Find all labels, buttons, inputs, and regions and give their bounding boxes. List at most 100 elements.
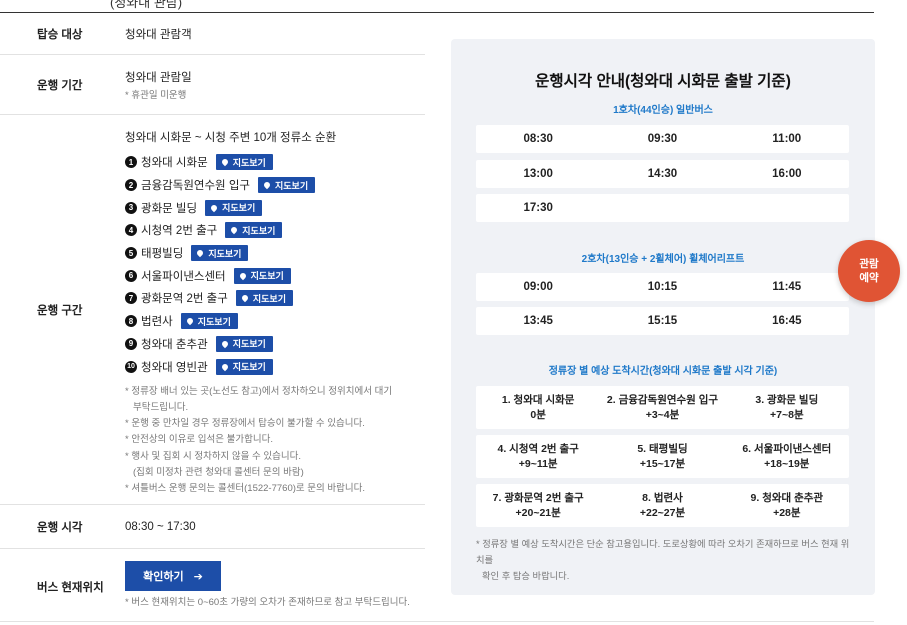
arrival-time: +15~17분 (639, 457, 686, 470)
map-button-label: 지도보기 (252, 293, 286, 304)
map-view-button[interactable]: 지도보기 (235, 290, 293, 307)
arrival-cell: 8. 법련사 +22~27분 (600, 491, 724, 521)
stop-name: 시청역 2번 출구 (141, 225, 218, 238)
route-note: 부탁드립니다. (133, 402, 189, 414)
map-view-button[interactable]: 지도보기 (215, 358, 273, 375)
stop-name: 법련사 (141, 316, 173, 329)
stop-number: 8 (125, 315, 137, 328)
time-cell: 16:45 (772, 315, 802, 327)
stop-number: 3 (125, 201, 137, 214)
arrival-stop: 8. 법련사 (642, 491, 683, 504)
route-note: * 안전상의 이유로 입석은 불가합니다. (125, 434, 273, 446)
map-pin-icon (262, 180, 272, 190)
map-view-button[interactable]: 지도보기 (180, 313, 238, 330)
map-button-label: 지도보기 (222, 203, 256, 214)
table-row: 1. 청와대 시화문 0분 2. 금융감독원연수원 입구 +3~4분 3. 광화문 … (476, 386, 849, 429)
arrival-stop: 3. 광화문 빌딩 (755, 393, 819, 406)
list-item: 6 서울파이낸스센터 지도보기 (125, 264, 425, 287)
map-view-button[interactable]: 지도보기 (258, 177, 316, 194)
arrival-time: +18~19분 (764, 457, 810, 470)
table-row: 17:30 (476, 194, 849, 222)
list-item: 10 청와대 영빈관 지도보기 (125, 355, 425, 378)
route-note: (집회 미정차 관련 청와대 콜센터 문의 바람) (133, 466, 304, 478)
stop-number: 6 (125, 269, 137, 282)
map-view-button[interactable]: 지도보기 (233, 267, 291, 284)
stop-name: 금융감독원연수원 입구 (141, 180, 250, 193)
arrival-stop: 2. 금융감독원연수원 입구 (606, 393, 719, 406)
map-view-button[interactable]: 지도보기 (215, 335, 273, 352)
route-note: * 행사 및 집회 시 정차하지 않을 수 있습니다. (125, 450, 302, 462)
map-view-button[interactable]: 지도보기 (191, 245, 249, 262)
route-note: * 셔틀버스 운행 문의는 콜센터(1522-7760)로 문의 바랍니다. (125, 483, 365, 495)
time-cell: 11:45 (772, 281, 802, 293)
map-view-button[interactable]: 지도보기 (215, 154, 273, 171)
stop-number: 5 (125, 247, 137, 260)
row-label: 운행 구간 (37, 304, 83, 317)
map-pin-icon (240, 294, 250, 303)
bus2-title: 2호차(13인승 + 2휠체어) 휠체어리프트 (581, 254, 745, 265)
arrival-note-line: * 정류장 별 예상 도착시간은 단순 참고용입니다. 도로상황에 따라 오차기… (476, 539, 850, 565)
arrival-note: * 정류장 별 예상 도착시간은 단순 참고용입니다. 도로상황에 따라 오차기… (476, 536, 854, 584)
route-cell: 청와대 시화문 ~ 시청 주변 10개 정류소 순환 1 청와대 시화문 지도보기 … (112, 115, 425, 504)
row-label: 버스 현재위치 (37, 581, 104, 594)
table-row: 4. 시청역 2번 출구 +9~11분 5. 태평빌딩 +15~17분 6. 서울파… (476, 435, 849, 478)
arrow-right-icon: ➔ (193, 570, 203, 583)
map-button-label: 지도보기 (250, 271, 284, 282)
arrival-cell: 1. 청와대 시화문 0분 (476, 393, 600, 423)
reservation-button[interactable]: 관람 예약 (838, 240, 900, 302)
arrival-stop: 6. 서울파이낸스센터 (742, 442, 832, 455)
arrival-time: +3~4분 (645, 408, 680, 421)
time-cell: 11:00 (772, 133, 802, 145)
stop-name: 태평빌딩 (141, 248, 184, 261)
map-button-label: 지도보기 (197, 316, 231, 327)
arrival-stop: 1. 청와대 시화문 (501, 393, 575, 406)
arrival-cell: 9. 청와대 춘추관 +28분 (725, 491, 849, 521)
time-cell: 16:00 (772, 168, 802, 180)
arrival-note-line: 확인 후 탑승 바랍니다. (482, 571, 570, 581)
list-item: 3 광화문 빌딩 지도보기 (125, 196, 425, 219)
time-cell: 08:30 (523, 133, 553, 145)
arrival-time: +28분 (773, 506, 801, 519)
stop-name: 광화문 빌딩 (141, 202, 198, 215)
map-view-button[interactable]: 지도보기 (205, 199, 263, 216)
map-view-button[interactable]: 지도보기 (225, 222, 283, 239)
row-value: 청와대 관람객 (125, 28, 192, 41)
time-cell: 13:45 (523, 315, 553, 327)
time-cell: 09:00 (523, 281, 553, 293)
map-pin-icon (220, 158, 229, 167)
arrival-cell: 2. 금융감독원연수원 입구 +3~4분 (600, 393, 724, 423)
confirm-button-label: 확인하기 (143, 571, 184, 583)
stop-name: 청와대 시화문 (141, 157, 208, 170)
confirm-button[interactable]: 확인하기 ➔ (125, 561, 221, 591)
row-operation-period: 운행 기간 청와대 관람일 * 휴관일 미운행 (0, 55, 425, 115)
list-item: 9 청와대 춘추관 지도보기 (125, 333, 425, 356)
time-cell: 09:30 (647, 133, 678, 145)
route-notes: * 정류장 배너 있는 곳(노선도 참고)에서 정차하오니 정위치에서 대기 부… (125, 384, 425, 497)
schedule-panel: 운행시각 안내(청와대 시화문 출발 기준) 1호차(44인승) 일반버스 08… (451, 39, 875, 595)
arrival-cell: 5. 태평빌딩 +15~17분 (600, 442, 724, 472)
table-row: 08:30 09:30 11:00 (476, 125, 849, 153)
stop-number: 1 (125, 156, 137, 169)
list-item: 5 태평빌딩 지도보기 (125, 242, 425, 265)
time-cell: 14:30 (647, 168, 678, 180)
stop-name: 청와대 영빈관 (141, 361, 208, 374)
map-pin-icon (209, 203, 219, 212)
row-bus-location: 버스 현재위치 확인하기 ➔ * 버스 현재위치는 0~60초 가량의 오차가 … (0, 549, 425, 624)
map-button-label: 지도보기 (232, 339, 266, 350)
map-button-label: 지도보기 (275, 180, 309, 191)
period-value: 청와대 관람일 (125, 72, 192, 84)
map-pin-icon (238, 271, 247, 281)
row-route: 운행 구간 청와대 시화문 ~ 시청 주변 10개 정류소 순환 1 청와대 시화… (0, 115, 425, 505)
shuttle-info-table: 탑승 대상 청와대 관람객 운행 기간 청와대 관람일 * 휴관일 미운행 운행… (0, 13, 425, 624)
stop-number: 10 (125, 360, 137, 373)
arrival-title: 정류장 별 예상 도착시간(청와대 시화문 출발 시각 기준) (548, 366, 778, 377)
arrival-time: +22~27분 (639, 506, 686, 519)
arrival-time: +9~11분 (518, 457, 558, 470)
stop-number: 7 (125, 292, 137, 305)
arrival-stop: 5. 태평빌딩 (637, 442, 688, 455)
arrival-cell: 4. 시청역 2번 출구 +9~11분 (476, 442, 600, 472)
row-value-cell: 청와대 관람일 * 휴관일 미운행 (112, 55, 425, 114)
row-label: 운행 기간 (37, 79, 83, 92)
row-boarding-target: 탑승 대상 청와대 관람객 (0, 13, 425, 55)
bus1-title: 1호차(44인승) 일반버스 (613, 105, 713, 116)
